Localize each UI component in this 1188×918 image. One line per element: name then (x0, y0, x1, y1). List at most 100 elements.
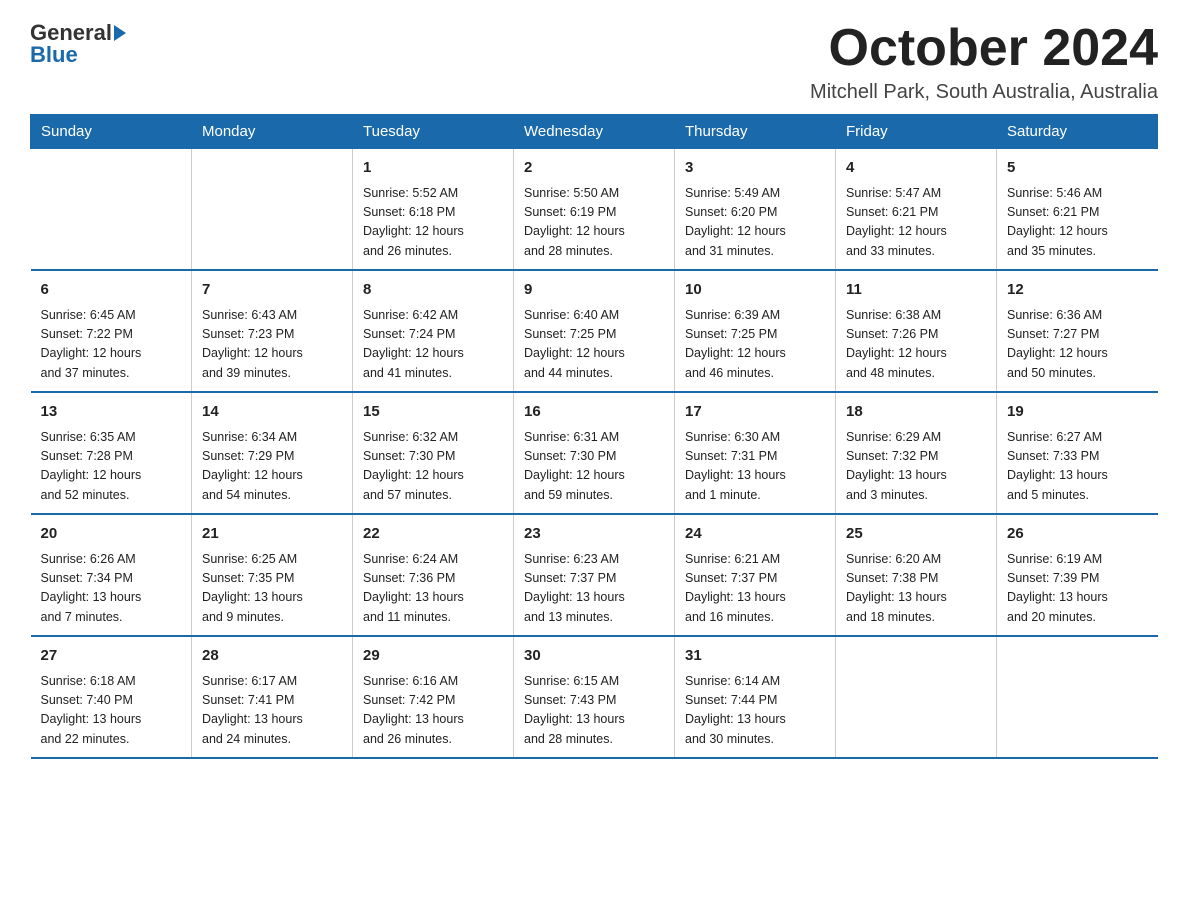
day-info: Sunrise: 5:47 AM Sunset: 6:21 PM Dayligh… (846, 184, 986, 262)
calendar-cell (997, 636, 1158, 758)
day-number: 28 (202, 645, 342, 668)
calendar-header-thursday: Thursday (675, 115, 836, 149)
day-info: Sunrise: 6:16 AM Sunset: 7:42 PM Dayligh… (363, 672, 503, 750)
day-number: 26 (1007, 523, 1148, 546)
day-info: Sunrise: 5:49 AM Sunset: 6:20 PM Dayligh… (685, 184, 825, 262)
logo-arrow-icon (114, 25, 126, 41)
calendar-cell: 28 Sunrise: 6:17 AM Sunset: 7:41 PM Dayli… (192, 636, 353, 758)
day-info: Sunrise: 6:40 AM Sunset: 7:25 PM Dayligh… (524, 306, 664, 384)
day-info: Sunrise: 6:29 AM Sunset: 7:32 PM Dayligh… (846, 428, 986, 506)
calendar-cell: 16Sunrise: 6:31 AM Sunset: 7:30 PM Dayli… (514, 392, 675, 514)
day-number: 29 (363, 645, 503, 668)
calendar-header-tuesday: Tuesday (353, 115, 514, 149)
day-number: 12 (1007, 279, 1148, 302)
calendar-cell (836, 636, 997, 758)
calendar-cell: 21 Sunrise: 6:25 AM Sunset: 7:35 PM Dayli… (192, 514, 353, 636)
day-info: Sunrise: 6:36 AM Sunset: 7:27 PM Dayligh… (1007, 306, 1148, 384)
day-number: 2 (524, 157, 664, 180)
day-info: Sunrise: 6:31 AM Sunset: 7:30 PM Dayligh… (524, 428, 664, 506)
day-number: 6 (41, 279, 182, 302)
calendar-cell: 25 Sunrise: 6:20 AM Sunset: 7:38 PM Dayli… (836, 514, 997, 636)
day-info: Sunrise: 6:34 AM Sunset: 7:29 PM Dayligh… (202, 428, 342, 506)
calendar-cell: 4Sunrise: 5:47 AM Sunset: 6:21 PM Daylig… (836, 149, 997, 271)
calendar-cell: 2 Sunrise: 5:50 AM Sunset: 6:19 PM Daylig… (514, 149, 675, 271)
day-info: Sunrise: 6:20 AM Sunset: 7:38 PM Dayligh… (846, 550, 986, 628)
day-number: 10 (685, 279, 825, 302)
calendar-cell: 23Sunrise: 6:23 AM Sunset: 7:37 PM Dayli… (514, 514, 675, 636)
calendar-cell: 10Sunrise: 6:39 AM Sunset: 7:25 PM Dayli… (675, 270, 836, 392)
day-info: Sunrise: 6:19 AM Sunset: 7:39 PM Dayligh… (1007, 550, 1148, 628)
calendar-cell: 18 Sunrise: 6:29 AM Sunset: 7:32 PM Dayli… (836, 392, 997, 514)
calendar-cell: 3 Sunrise: 5:49 AM Sunset: 6:20 PM Daylig… (675, 149, 836, 271)
calendar-cell: 17 Sunrise: 6:30 AM Sunset: 7:31 PM Dayli… (675, 392, 836, 514)
calendar-cell: 31 Sunrise: 6:14 AM Sunset: 7:44 PM Dayli… (675, 636, 836, 758)
logo: General Blue (30, 20, 126, 68)
day-number: 19 (1007, 401, 1148, 424)
day-info: Sunrise: 6:15 AM Sunset: 7:43 PM Dayligh… (524, 672, 664, 750)
day-info: Sunrise: 6:21 AM Sunset: 7:37 PM Dayligh… (685, 550, 825, 628)
calendar-week-row: 1Sunrise: 5:52 AM Sunset: 6:18 PM Daylig… (31, 149, 1158, 271)
calendar-week-row: 13 Sunrise: 6:35 AM Sunset: 7:28 PM Dayli… (31, 392, 1158, 514)
calendar-cell: 12 Sunrise: 6:36 AM Sunset: 7:27 PM Dayli… (997, 270, 1158, 392)
subtitle: Mitchell Park, South Australia, Australi… (810, 81, 1158, 104)
day-info: Sunrise: 6:45 AM Sunset: 7:22 PM Dayligh… (41, 306, 182, 384)
day-number: 9 (524, 279, 664, 302)
day-number: 1 (363, 157, 503, 180)
day-number: 24 (685, 523, 825, 546)
calendar-cell: 29 Sunrise: 6:16 AM Sunset: 7:42 PM Dayli… (353, 636, 514, 758)
calendar-cell: 9 Sunrise: 6:40 AM Sunset: 7:25 PM Daylig… (514, 270, 675, 392)
day-info: Sunrise: 6:43 AM Sunset: 7:23 PM Dayligh… (202, 306, 342, 384)
day-info: Sunrise: 6:32 AM Sunset: 7:30 PM Dayligh… (363, 428, 503, 506)
calendar-cell: 14 Sunrise: 6:34 AM Sunset: 7:29 PM Dayli… (192, 392, 353, 514)
day-number: 20 (41, 523, 182, 546)
day-number: 18 (846, 401, 986, 424)
day-number: 14 (202, 401, 342, 424)
logo-blue-text: Blue (30, 42, 78, 68)
day-number: 5 (1007, 157, 1148, 180)
day-info: Sunrise: 5:50 AM Sunset: 6:19 PM Dayligh… (524, 184, 664, 262)
day-number: 13 (41, 401, 182, 424)
day-info: Sunrise: 6:35 AM Sunset: 7:28 PM Dayligh… (41, 428, 182, 506)
calendar-cell: 7 Sunrise: 6:43 AM Sunset: 7:23 PM Daylig… (192, 270, 353, 392)
calendar-cell: 20Sunrise: 6:26 AM Sunset: 7:34 PM Dayli… (31, 514, 192, 636)
day-info: Sunrise: 5:46 AM Sunset: 6:21 PM Dayligh… (1007, 184, 1148, 262)
calendar-cell: 24 Sunrise: 6:21 AM Sunset: 7:37 PM Dayli… (675, 514, 836, 636)
calendar-cell: 15 Sunrise: 6:32 AM Sunset: 7:30 PM Dayli… (353, 392, 514, 514)
calendar-header-row: SundayMondayTuesdayWednesdayThursdayFrid… (31, 115, 1158, 149)
calendar-cell: 22 Sunrise: 6:24 AM Sunset: 7:36 PM Dayli… (353, 514, 514, 636)
day-info: Sunrise: 6:17 AM Sunset: 7:41 PM Dayligh… (202, 672, 342, 750)
calendar-cell (192, 149, 353, 271)
calendar-header-friday: Friday (836, 115, 997, 149)
day-number: 8 (363, 279, 503, 302)
day-info: Sunrise: 6:14 AM Sunset: 7:44 PM Dayligh… (685, 672, 825, 750)
day-number: 7 (202, 279, 342, 302)
day-number: 3 (685, 157, 825, 180)
page-header: General Blue October 2024 Mitchell Park,… (30, 20, 1158, 104)
day-info: Sunrise: 6:38 AM Sunset: 7:26 PM Dayligh… (846, 306, 986, 384)
calendar-cell: 1Sunrise: 5:52 AM Sunset: 6:18 PM Daylig… (353, 149, 514, 271)
day-number: 31 (685, 645, 825, 668)
calendar-header-sunday: Sunday (31, 115, 192, 149)
calendar-cell: 11 Sunrise: 6:38 AM Sunset: 7:26 PM Dayli… (836, 270, 997, 392)
day-info: Sunrise: 6:27 AM Sunset: 7:33 PM Dayligh… (1007, 428, 1148, 506)
day-number: 15 (363, 401, 503, 424)
day-info: Sunrise: 6:24 AM Sunset: 7:36 PM Dayligh… (363, 550, 503, 628)
calendar-week-row: 27Sunrise: 6:18 AM Sunset: 7:40 PM Dayli… (31, 636, 1158, 758)
calendar-week-row: 20Sunrise: 6:26 AM Sunset: 7:34 PM Dayli… (31, 514, 1158, 636)
calendar-cell: 26 Sunrise: 6:19 AM Sunset: 7:39 PM Dayli… (997, 514, 1158, 636)
day-number: 11 (846, 279, 986, 302)
day-info: Sunrise: 6:18 AM Sunset: 7:40 PM Dayligh… (41, 672, 182, 750)
day-info: Sunrise: 6:30 AM Sunset: 7:31 PM Dayligh… (685, 428, 825, 506)
day-number: 30 (524, 645, 664, 668)
calendar-table: SundayMondayTuesdayWednesdayThursdayFrid… (30, 114, 1158, 759)
day-number: 25 (846, 523, 986, 546)
day-number: 22 (363, 523, 503, 546)
day-number: 17 (685, 401, 825, 424)
day-info: Sunrise: 6:23 AM Sunset: 7:37 PM Dayligh… (524, 550, 664, 628)
day-number: 21 (202, 523, 342, 546)
page-title: October 2024 (810, 20, 1158, 77)
calendar-cell: 8Sunrise: 6:42 AM Sunset: 7:24 PM Daylig… (353, 270, 514, 392)
calendar-header-monday: Monday (192, 115, 353, 149)
calendar-cell: 13 Sunrise: 6:35 AM Sunset: 7:28 PM Dayli… (31, 392, 192, 514)
day-info: Sunrise: 6:25 AM Sunset: 7:35 PM Dayligh… (202, 550, 342, 628)
